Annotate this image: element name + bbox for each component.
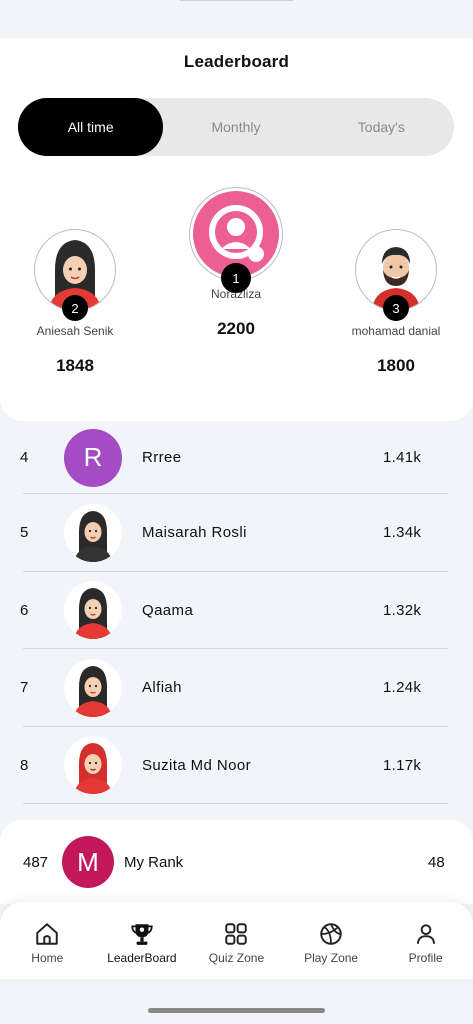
top-sheet-handle	[180, 0, 293, 1]
rank-number: 4	[20, 449, 29, 466]
rank-number: 8	[20, 756, 29, 774]
nav-label: Quiz Zone	[208, 950, 265, 965]
list-item[interactable]: 7 Alfiah 1.24k	[0, 649, 473, 727]
tab-monthly[interactable]: Monthly	[163, 98, 308, 156]
hijab-girl-icon	[64, 581, 122, 640]
my-rank-number: 487	[23, 853, 49, 871]
player-score: 1.34k	[383, 524, 422, 542]
podium-third[interactable]: 3 mohamad danial 1800	[346, 229, 446, 376]
hijab-girl-icon	[64, 658, 122, 717]
player-score: 1.41k	[383, 449, 422, 466]
home-icon	[36, 922, 59, 945]
tab-all-time[interactable]: All time	[18, 98, 164, 156]
trophy-icon	[131, 923, 153, 945]
player-name: Suzita Md Noor	[142, 756, 251, 774]
nav-profile[interactable]: Profile	[378, 902, 473, 979]
podium-first[interactable]: 1 Norazliza 2200	[186, 187, 286, 339]
my-rank-label: My Rank	[124, 853, 184, 871]
nav-home[interactable]: Home	[0, 902, 95, 979]
nav-label: LeaderBoard	[107, 950, 177, 965]
rank-badge: 3	[383, 295, 409, 321]
divider	[23, 803, 448, 804]
period-tabs: All time Monthly Today's	[18, 98, 454, 156]
nav-label: Play Zone	[304, 950, 359, 965]
podium-first-score: 2200	[217, 319, 255, 338]
player-name: Alfiah	[142, 679, 182, 697]
nav-label: Profile	[408, 950, 443, 965]
list-item[interactable]: 4 R Rrree 1.41k	[0, 421, 473, 494]
player-score: 1.17k	[383, 756, 422, 774]
player-name: Rrree	[142, 449, 182, 466]
player-score: 1.24k	[383, 679, 422, 697]
person-icon	[416, 923, 435, 944]
podium-third-name: mohamad danial	[351, 324, 441, 338]
podium-third-score: 1800	[377, 356, 415, 375]
hijab-girl-dark-icon	[64, 503, 122, 562]
ranking-list: 4 R Rrree 1.41k 5 Maisarah Rosli 1.34k 6	[0, 421, 473, 804]
rank-number: 7	[20, 679, 29, 697]
home-indicator	[148, 1008, 325, 1013]
basketball-icon	[320, 922, 342, 945]
rank-number: 6	[20, 601, 29, 619]
grid-icon	[225, 922, 248, 945]
avatar-letter: R	[83, 442, 103, 472]
my-rank-bar[interactable]: 487 M My Rank 48	[0, 820, 473, 904]
letter-avatar: M	[62, 836, 114, 888]
nav-quiz-zone[interactable]: Quiz Zone	[189, 902, 284, 979]
avatar-letter: M	[77, 846, 99, 877]
podium-second[interactable]: 2 Aniesah Senik 1848	[25, 229, 125, 376]
page-title: Leaderboard	[183, 52, 290, 71]
nav-leaderboard[interactable]: LeaderBoard	[95, 902, 190, 979]
rank-badge: 1	[221, 263, 251, 293]
podium-second-name: Aniesah Senik	[36, 324, 114, 338]
rank-number: 5	[20, 524, 29, 542]
bottom-nav: Home LeaderBoard Quiz Zone Play Zone Pro…	[0, 902, 473, 979]
podium-second-score: 1848	[56, 356, 94, 375]
tab-todays[interactable]: Today's	[309, 98, 454, 156]
nav-play-zone[interactable]: Play Zone	[284, 902, 379, 979]
my-rank-score: 48	[428, 853, 445, 871]
player-name: Qaama	[142, 601, 194, 619]
player-name: Maisarah Rosli	[142, 524, 247, 542]
nav-label: Home	[31, 950, 64, 965]
hijab-girl-red-icon	[64, 736, 122, 795]
player-score: 1.32k	[383, 601, 422, 619]
letter-avatar: R	[64, 428, 122, 487]
list-item[interactable]: 6 Qaama 1.32k	[0, 572, 473, 649]
rank-badge: 2	[62, 295, 88, 321]
list-item[interactable]: 8 Suzita Md Noor 1.17k	[0, 727, 473, 804]
list-item[interactable]: 5 Maisarah Rosli 1.34k	[0, 494, 473, 572]
